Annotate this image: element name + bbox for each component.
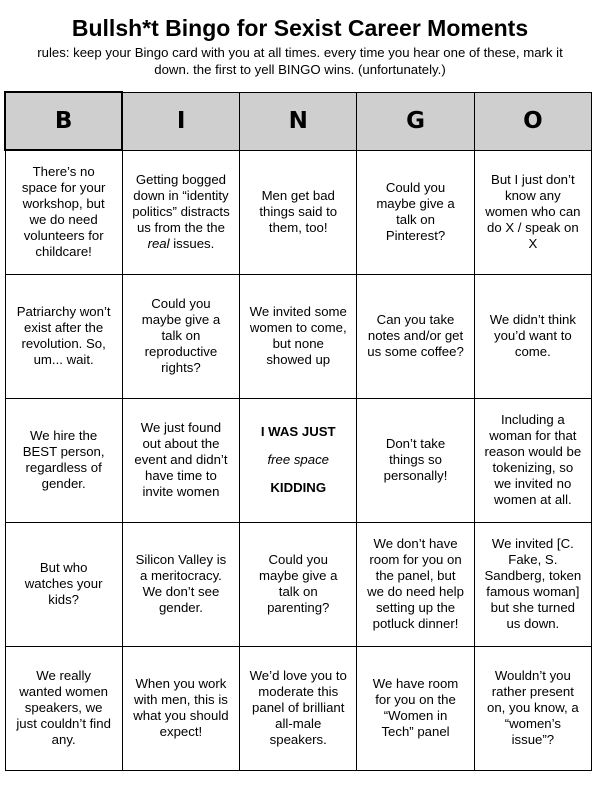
bingo-cell[interactable]: We really wanted women speakers, we just…: [4, 645, 123, 771]
bingo-cell[interactable]: We don’t have room for you on the panel,…: [356, 521, 475, 647]
cell-text: Could you maybe give a talk on reproduct…: [141, 296, 221, 375]
bingo-cell[interactable]: Getting bogged down in “identity politic…: [121, 149, 241, 275]
cell-text: There’s no space for your workshop, but …: [21, 164, 106, 260]
header-i: I: [121, 91, 241, 151]
cell-text: We invited some women to come, but none …: [249, 304, 347, 367]
bingo-cell[interactable]: We hire the BEST person, regardless of g…: [4, 397, 123, 523]
free-space-bottom: KIDDING: [270, 480, 327, 495]
cell-text-post: issues.: [169, 236, 215, 251]
bingo-cell[interactable]: Patriarchy won’t exist after the revolut…: [4, 273, 123, 399]
cell-text: We hire the BEST person, regardless of g…: [22, 428, 105, 491]
free-space-cell[interactable]: I WAS JUST free space KIDDING: [239, 397, 358, 523]
bingo-cell[interactable]: Silicon Valley is a meritocracy. We don’…: [121, 521, 241, 647]
cell-text: Including a woman for that reason would …: [484, 412, 582, 507]
bingo-cell[interactable]: We’d love you to moderate this panel of …: [239, 645, 358, 771]
header-n: N: [239, 91, 358, 151]
cell-text: We’d love you to moderate this panel of …: [249, 668, 347, 747]
bingo-cell[interactable]: We have room for you on the “Women in Te…: [356, 645, 475, 771]
bingo-cell[interactable]: Could you maybe give a talk on parenting…: [239, 521, 358, 647]
cell-text: Could you maybe give a talk on parenting…: [259, 552, 338, 615]
cell-text: Silicon Valley is a meritocracy. We don’…: [135, 552, 227, 615]
bingo-cell[interactable]: Don’t take things so personally!: [356, 397, 475, 523]
cell-text: We don’t have room for you on the panel,…: [367, 536, 464, 631]
cell-text: We really wanted women speakers, we just…: [16, 668, 111, 747]
header-b: B: [3, 91, 124, 151]
cell-text: Patriarchy won’t exist after the revolut…: [16, 304, 111, 367]
cell-text: Wouldn’t you rather present on, you know…: [487, 668, 579, 747]
table-row: Patriarchy won’t exist after the revolut…: [4, 273, 593, 399]
header-o: O: [473, 91, 593, 151]
rules-text: rules: keep your Bingo card with you at …: [37, 45, 563, 77]
cell-text: But who watches your kids?: [24, 560, 103, 607]
cell-text: We didn’t think you’d want to come.: [489, 312, 576, 359]
cell-text: When you work with men, this is what you…: [133, 676, 229, 739]
free-space-label: free space: [267, 452, 330, 467]
header-row: B I N G O: [3, 91, 593, 151]
bingo-cell[interactable]: There’s no space for your workshop, but …: [4, 149, 123, 275]
cell-text-emphasis: real: [147, 236, 170, 251]
bingo-cell[interactable]: Wouldn’t you rather present on, you know…: [473, 645, 593, 771]
bingo-cell[interactable]: Can you take notes and/or get us some co…: [356, 273, 475, 399]
cell-text: Could you maybe give a talk on Pinterest…: [376, 180, 455, 243]
cell-text: But I just don’t know any women who can …: [485, 172, 581, 251]
bingo-cell[interactable]: We invited [C. Fake, S. Sandberg, token …: [473, 521, 593, 647]
cell-text: We invited [C. Fake, S. Sandberg, token …: [484, 536, 582, 631]
table-row: We hire the BEST person, regardless of g…: [4, 397, 593, 523]
bingo-cell[interactable]: Could you maybe give a talk on reproduct…: [121, 273, 241, 399]
bingo-cell[interactable]: When you work with men, this is what you…: [121, 645, 241, 771]
bingo-cell[interactable]: But I just don’t know any women who can …: [473, 149, 593, 275]
cell-text-pre: Getting bogged down in “identity politic…: [132, 172, 230, 235]
cell-text: We have room for you on the “Women in Te…: [372, 676, 459, 739]
bingo-cell[interactable]: Could you maybe give a talk on Pinterest…: [356, 149, 475, 275]
bingo-cell[interactable]: Including a woman for that reason would …: [473, 397, 593, 523]
cell-text: Getting bogged down in “identity politic…: [132, 172, 230, 252]
table-row: There’s no space for your workshop, but …: [4, 149, 593, 275]
bingo-cell[interactable]: Men get bad things said to them, too!: [239, 149, 358, 275]
bingo-cell[interactable]: We invited some women to come, but none …: [239, 273, 358, 399]
bingo-card: B I N G O There’s no space for your work…: [3, 91, 593, 771]
bingo-cell[interactable]: But who watches your kids?: [4, 521, 123, 647]
cell-text: Can you take notes and/or get us some co…: [367, 312, 464, 359]
page-title: Bullsh*t Bingo for Sexist Career Moments: [71, 15, 529, 41]
free-space-top: I WAS JUST: [260, 424, 336, 439]
bingo-cell[interactable]: We didn’t think you’d want to come.: [473, 273, 593, 399]
table-row: But who watches your kids? Silicon Valle…: [4, 521, 593, 647]
cell-text: Don’t take things so personally!: [383, 436, 448, 483]
cell-text: Men get bad things said to them, too!: [259, 188, 338, 235]
table-row: We really wanted women speakers, we just…: [4, 645, 593, 771]
header-g: G: [356, 91, 475, 151]
cell-text: We just found out about the event and di…: [134, 420, 228, 499]
bingo-cell[interactable]: We just found out about the event and di…: [121, 397, 241, 523]
